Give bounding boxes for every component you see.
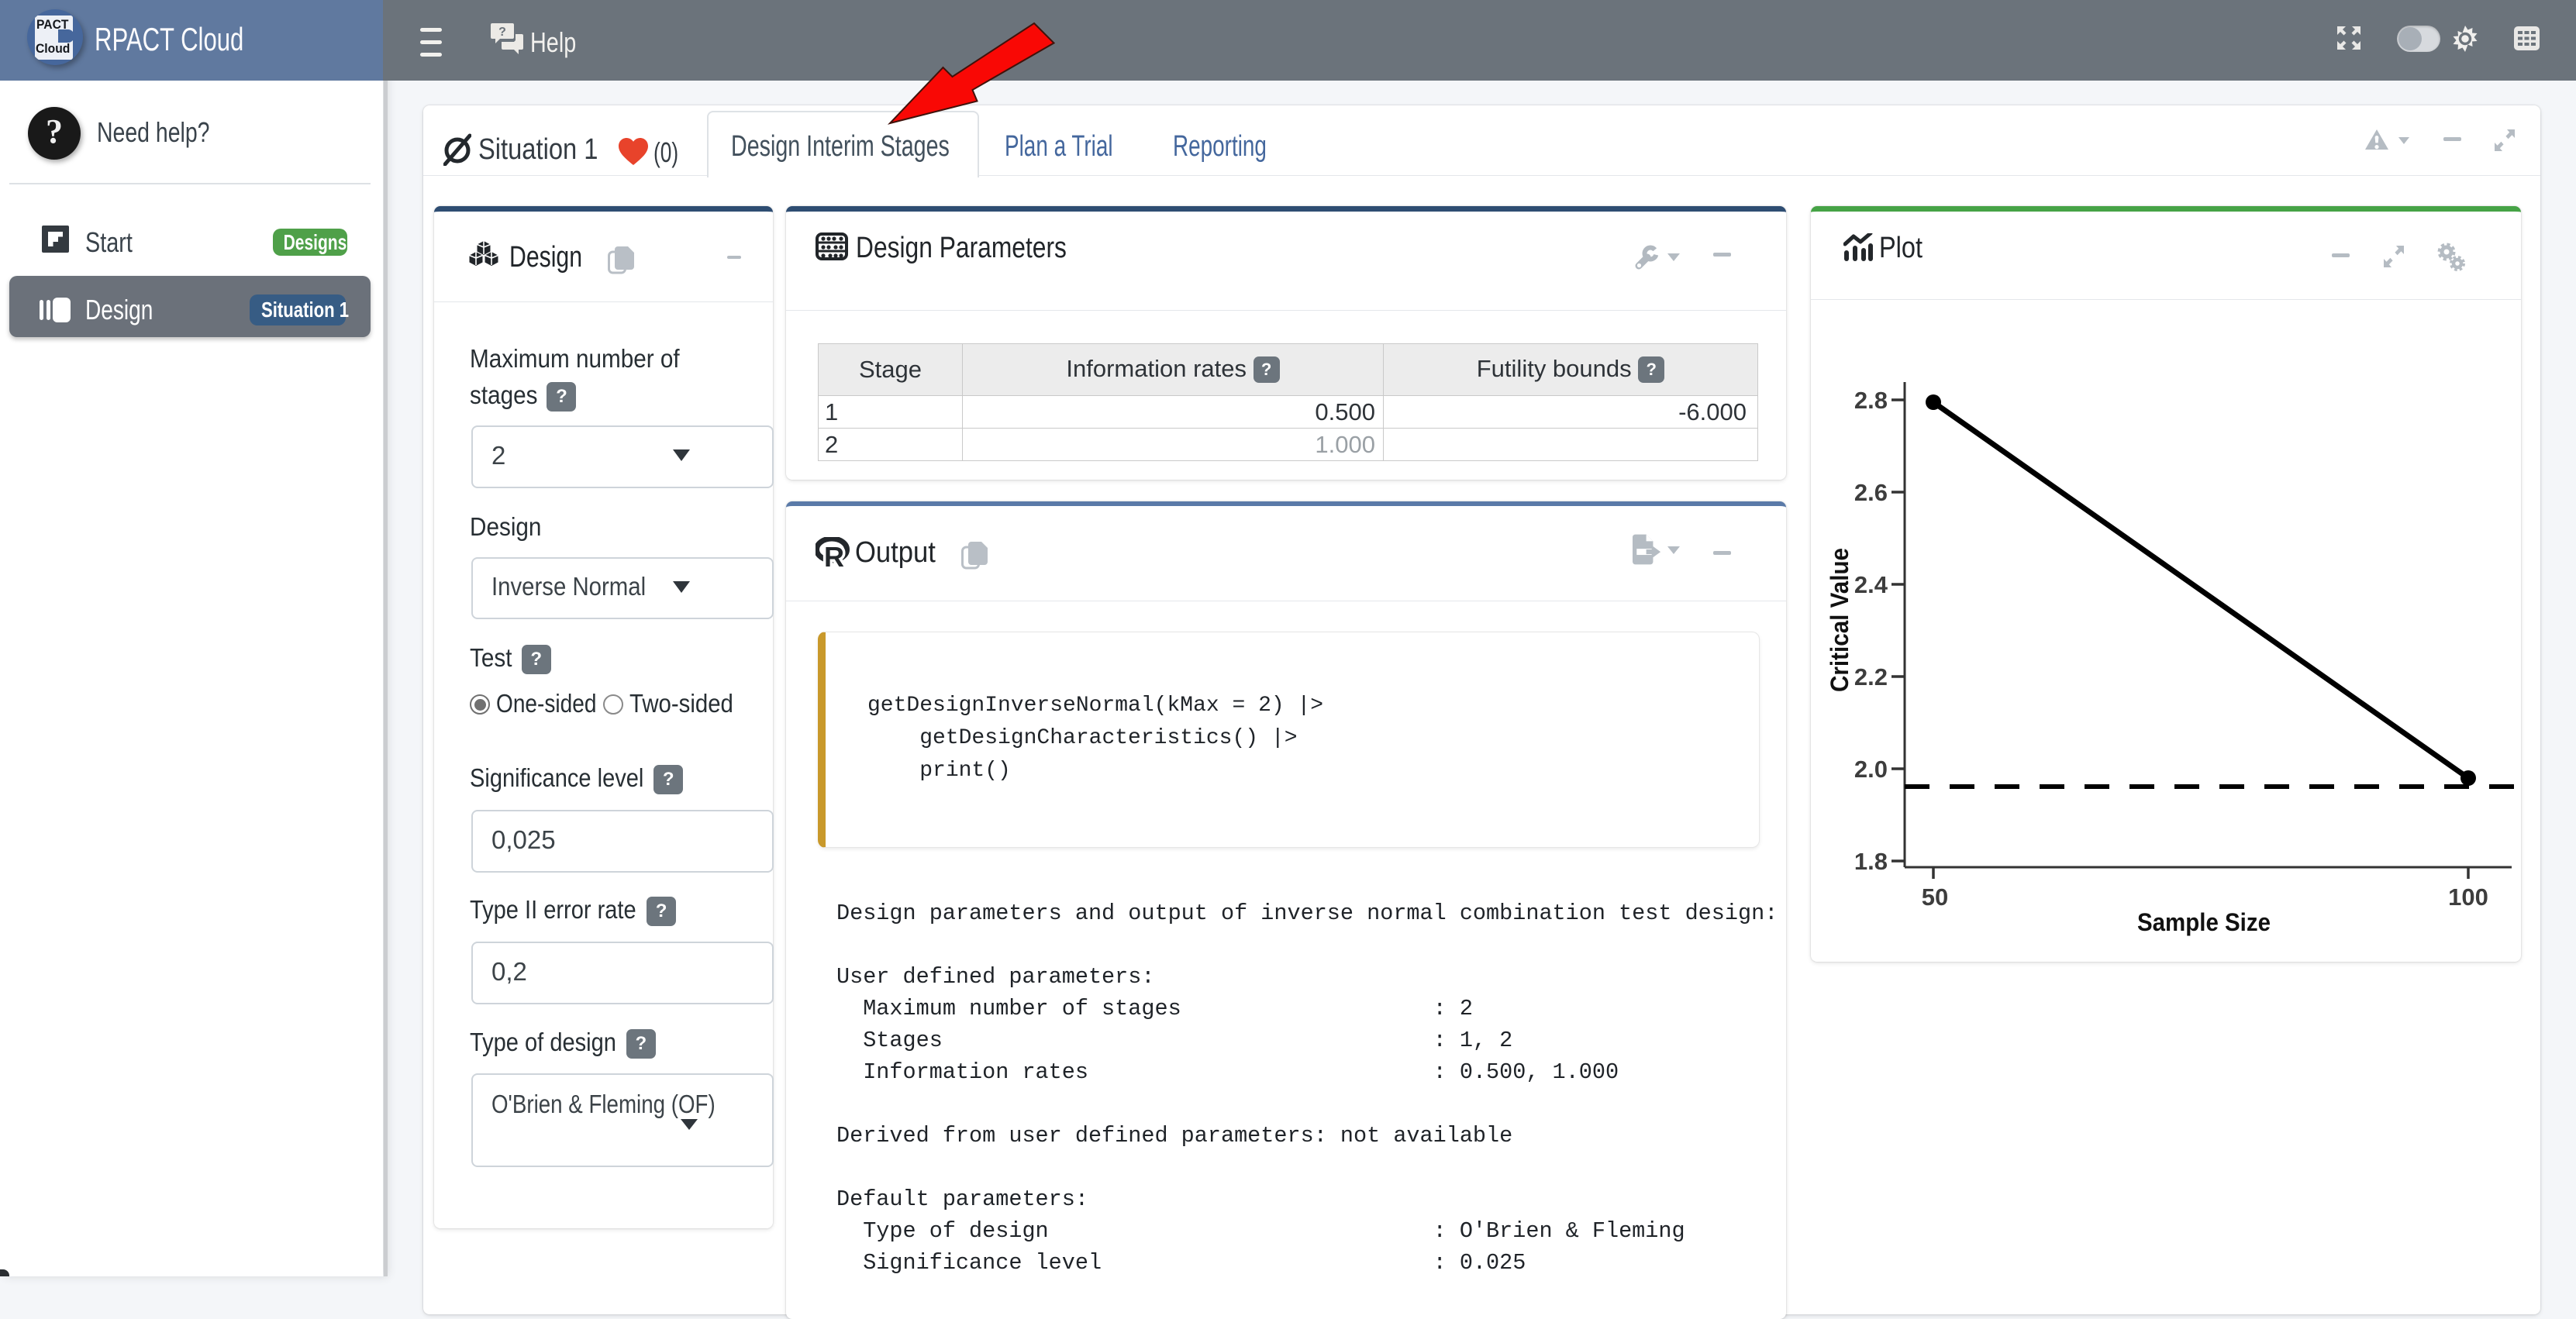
svg-text:2.6: 2.6 [1854, 479, 1888, 506]
svg-text:1.8: 1.8 [1854, 848, 1888, 875]
svg-text:50: 50 [1922, 883, 1948, 911]
svg-text:2.8: 2.8 [1854, 387, 1888, 414]
svg-text:Sample Size: Sample Size [2137, 908, 2271, 936]
svg-text:100: 100 [2448, 883, 2488, 911]
svg-text:2.4: 2.4 [1854, 571, 1888, 598]
svg-text:2.2: 2.2 [1854, 663, 1888, 690]
svg-text:?: ? [498, 26, 506, 39]
svg-text:Critical Value: Critical Value [1826, 548, 1854, 692]
svg-text:2.0: 2.0 [1854, 756, 1888, 783]
svg-text:R: R [824, 541, 844, 568]
